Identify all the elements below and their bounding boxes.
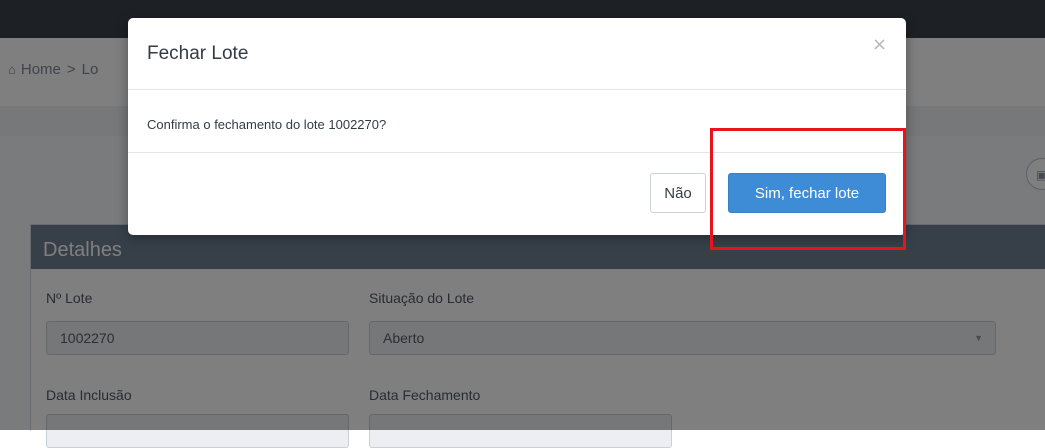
close-icon[interactable]: ×	[872, 34, 887, 55]
highlight-box	[710, 128, 906, 250]
dialog-header: Fechar Lote ×	[128, 18, 906, 90]
dialog-title: Fechar Lote	[147, 43, 249, 64]
cancel-button[interactable]: Não	[650, 173, 706, 213]
dialog-message: Confirma o fechamento do lote 1002270?	[147, 117, 387, 132]
